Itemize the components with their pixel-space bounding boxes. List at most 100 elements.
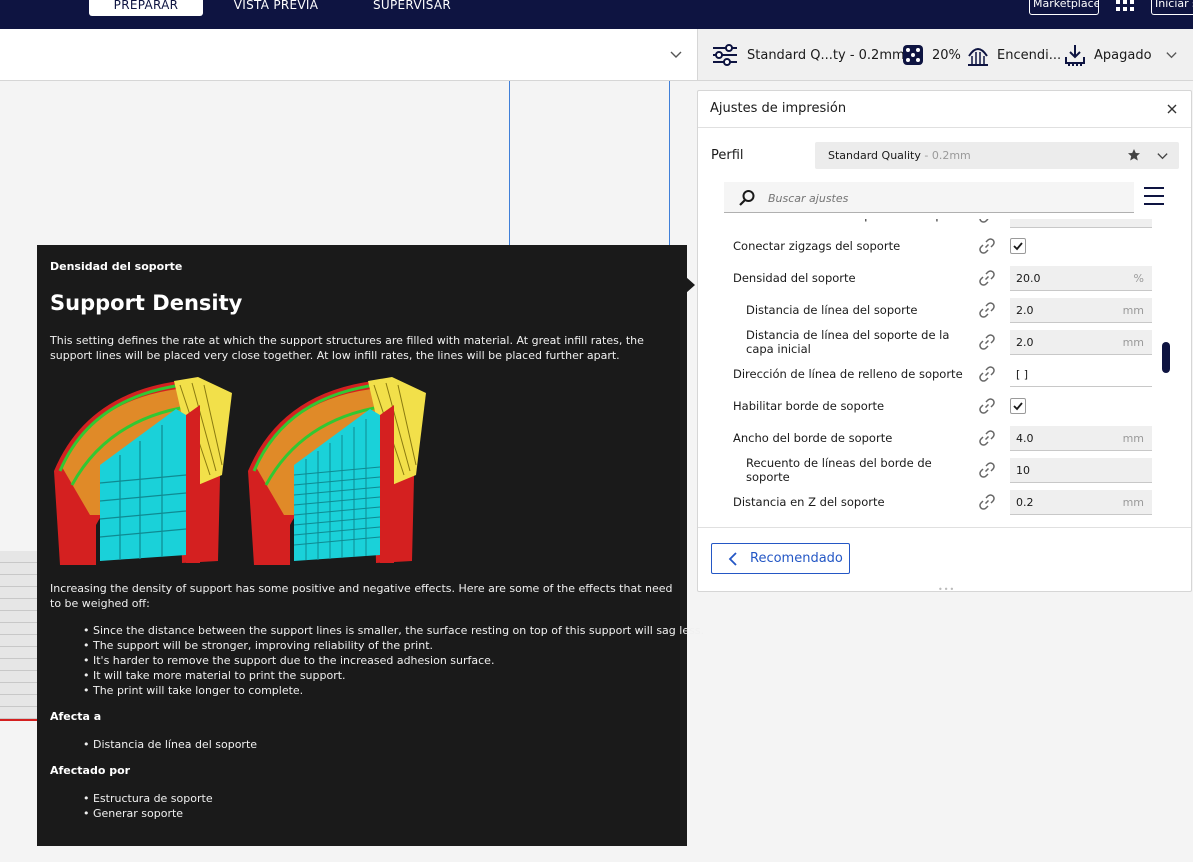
setting-row[interactable]: Habilitar borde de soporte — [698, 390, 1168, 422]
setting-label: Dirección de línea de relleno de soporte — [733, 367, 963, 381]
support-summary-label: Encendi... — [997, 47, 1062, 63]
infill-icon — [903, 45, 923, 65]
setting-label: Recuento de líneas del borde de soporte — [746, 456, 932, 484]
build-volume-edge — [669, 81, 670, 251]
adhesion-summary-label: Apagado — [1094, 47, 1152, 63]
tooltip-effect-item: • The support will be stronger, improvin… — [83, 639, 434, 652]
print-setup-bar[interactable]: Standard Q...ty - 0.2mm 20% Encendi... A… — [697, 29, 1193, 81]
setting-unit: mm — [1122, 336, 1144, 349]
marketplace-button[interactable]: Marketplace — [1029, 0, 1099, 15]
setting-row[interactable]: Dirección de línea de relleno de soporte… — [698, 358, 1168, 390]
tab-preview[interactable]: VISTA PREVIA — [222, 0, 330, 16]
build-volume-edge — [509, 81, 510, 246]
profile-summary[interactable]: Standard Q...ty - 0.2mm — [711, 29, 905, 81]
tooltip-affected-by-item: • Estructura de soporte — [83, 792, 213, 805]
settings-list[interactable]: Recuento de líneas de pared del soporte … — [698, 219, 1168, 527]
setting-value: [ ] — [1016, 368, 1029, 381]
settings-visibility-menu-icon[interactable] — [1144, 187, 1164, 205]
link-icon[interactable] — [978, 301, 996, 319]
setting-label: Conectar zigzags del soporte — [733, 239, 901, 253]
setting-tooltip: Densidad del soporte Support Density Thi… — [37, 245, 704, 846]
resize-grip-icon[interactable]: ••• — [938, 585, 955, 594]
link-icon[interactable] — [978, 269, 996, 287]
checkmark-icon — [1013, 402, 1023, 411]
signin-button[interactable]: Iniciar s — [1151, 0, 1193, 15]
grid-icon[interactable] — [1116, 0, 1136, 14]
setting-value-field[interactable]: 2.0 mm — [1010, 298, 1152, 323]
setting-value: 2.0 — [1016, 336, 1034, 349]
scrollbar-thumb[interactable] — [1162, 342, 1170, 373]
setting-value-field[interactable]: [ ] — [1010, 362, 1152, 387]
tooltip-description: This setting defines the rate at which t… — [50, 334, 644, 362]
recommended-button[interactable]: Recomendado — [711, 543, 850, 574]
tooltip-effect-item: • It's harder to remove the support due … — [83, 654, 495, 667]
close-icon[interactable] — [1165, 102, 1179, 116]
profile-summary-label: Standard Q...ty - 0.2mm — [747, 47, 905, 63]
setting-row[interactable]: Distancia en Z del soporte 0.2 mm — [698, 486, 1168, 518]
checkmark-icon — [1013, 242, 1023, 251]
profile-name: Standard Quality — [828, 149, 921, 162]
support-density-low-illustration — [54, 377, 232, 565]
setting-value-field[interactable]: 0.2 mm — [1010, 490, 1152, 515]
chevron-down-icon[interactable] — [1156, 149, 1169, 162]
adhesion-summary[interactable]: Apagado — [1064, 29, 1152, 81]
setting-label: Densidad del soporte — [733, 271, 856, 285]
link-icon[interactable] — [978, 219, 996, 224]
setting-row[interactable]: Distancia de línea del soporte de la cap… — [698, 326, 1168, 358]
setting-label: Distancia de línea del soporte — [746, 303, 918, 317]
chevron-down-icon[interactable] — [669, 47, 683, 61]
tab-prepare[interactable]: PREPARAR — [89, 0, 203, 16]
setting-row[interactable]: Recuento de líneas del borde de soporte … — [698, 454, 1168, 486]
recommended-button-label: Recomendado — [750, 551, 843, 566]
setting-row[interactable]: Conectar zigzags del soporte — [698, 230, 1168, 262]
link-icon[interactable] — [978, 333, 996, 351]
link-icon[interactable] — [978, 237, 996, 255]
chevron-down-icon[interactable] — [1165, 48, 1178, 61]
tooltip-effect-item: • Since the distance between the support… — [83, 624, 705, 637]
setting-value-field[interactable]: 10 — [1010, 458, 1152, 483]
star-icon[interactable] — [1127, 148, 1141, 162]
link-icon[interactable] — [978, 429, 996, 447]
setting-row[interactable]: Densidad del soporte 20.0% — [698, 262, 1168, 294]
link-icon[interactable] — [978, 493, 996, 511]
setting-value-field[interactable]: 1 — [1010, 219, 1152, 228]
setting-value: 2.0 — [1016, 304, 1034, 317]
adhesion-icon — [1065, 45, 1085, 66]
setting-row[interactable]: Distancia de línea del soporte 2.0 mm — [698, 294, 1168, 326]
setting-value-field[interactable]: 2.0 mm — [1010, 330, 1152, 355]
link-icon[interactable] — [978, 365, 996, 383]
setting-unit: mm — [1122, 496, 1144, 509]
infill-summary[interactable]: 20% — [902, 29, 961, 81]
tooltip-affected-by-item: • Generar soporte — [83, 807, 184, 820]
setting-label: Ancho del borde de soporte — [733, 431, 893, 445]
setting-unit: mm — [1122, 432, 1144, 445]
infill-summary-label: 20% — [932, 47, 961, 63]
print-settings-panel: Ajustes de impresión Perfil Standard Qua… — [697, 90, 1192, 594]
setting-checkbox[interactable] — [1010, 238, 1026, 254]
search-icon — [739, 190, 755, 206]
setting-label: Habilitar borde de soporte — [733, 399, 885, 413]
top-bar: PREPARAR VISTA PREVIA SUPERVISAR Marketp… — [0, 0, 1193, 29]
link-icon[interactable] — [978, 461, 996, 479]
setting-checkbox[interactable] — [1010, 398, 1026, 414]
settings-search[interactable] — [724, 182, 1134, 213]
setting-unit: % — [1133, 272, 1144, 285]
link-icon[interactable] — [978, 397, 996, 415]
sliders-icon — [713, 44, 737, 66]
setting-value: 0.2 — [1016, 496, 1034, 509]
search-input[interactable] — [768, 188, 1108, 208]
setting-value-field[interactable]: 20.0% — [1010, 266, 1152, 291]
tooltip-pointer — [686, 277, 695, 293]
setting-value: 10 — [1016, 464, 1030, 477]
tooltip-affects-item: • Distancia de línea del soporte — [83, 738, 258, 751]
setting-value-field[interactable]: 4.0 mm — [1010, 426, 1152, 451]
tab-monitor[interactable]: SUPERVISAR — [358, 0, 466, 16]
setting-value: 4.0 — [1016, 432, 1034, 445]
object-selector-bar[interactable] — [0, 29, 697, 81]
tooltip-affects-heading: Afecta a — [50, 710, 102, 723]
support-summary[interactable]: Encendi... — [967, 29, 1061, 81]
setting-row[interactable]: Ancho del borde de soporte 4.0 mm — [698, 422, 1168, 454]
setting-label: Distancia de línea del soporte de la cap… — [746, 328, 950, 356]
tooltip-setting-key: Densidad del soporte — [50, 260, 183, 273]
profile-dropdown[interactable]: Standard Quality - 0.2mm — [815, 142, 1179, 169]
